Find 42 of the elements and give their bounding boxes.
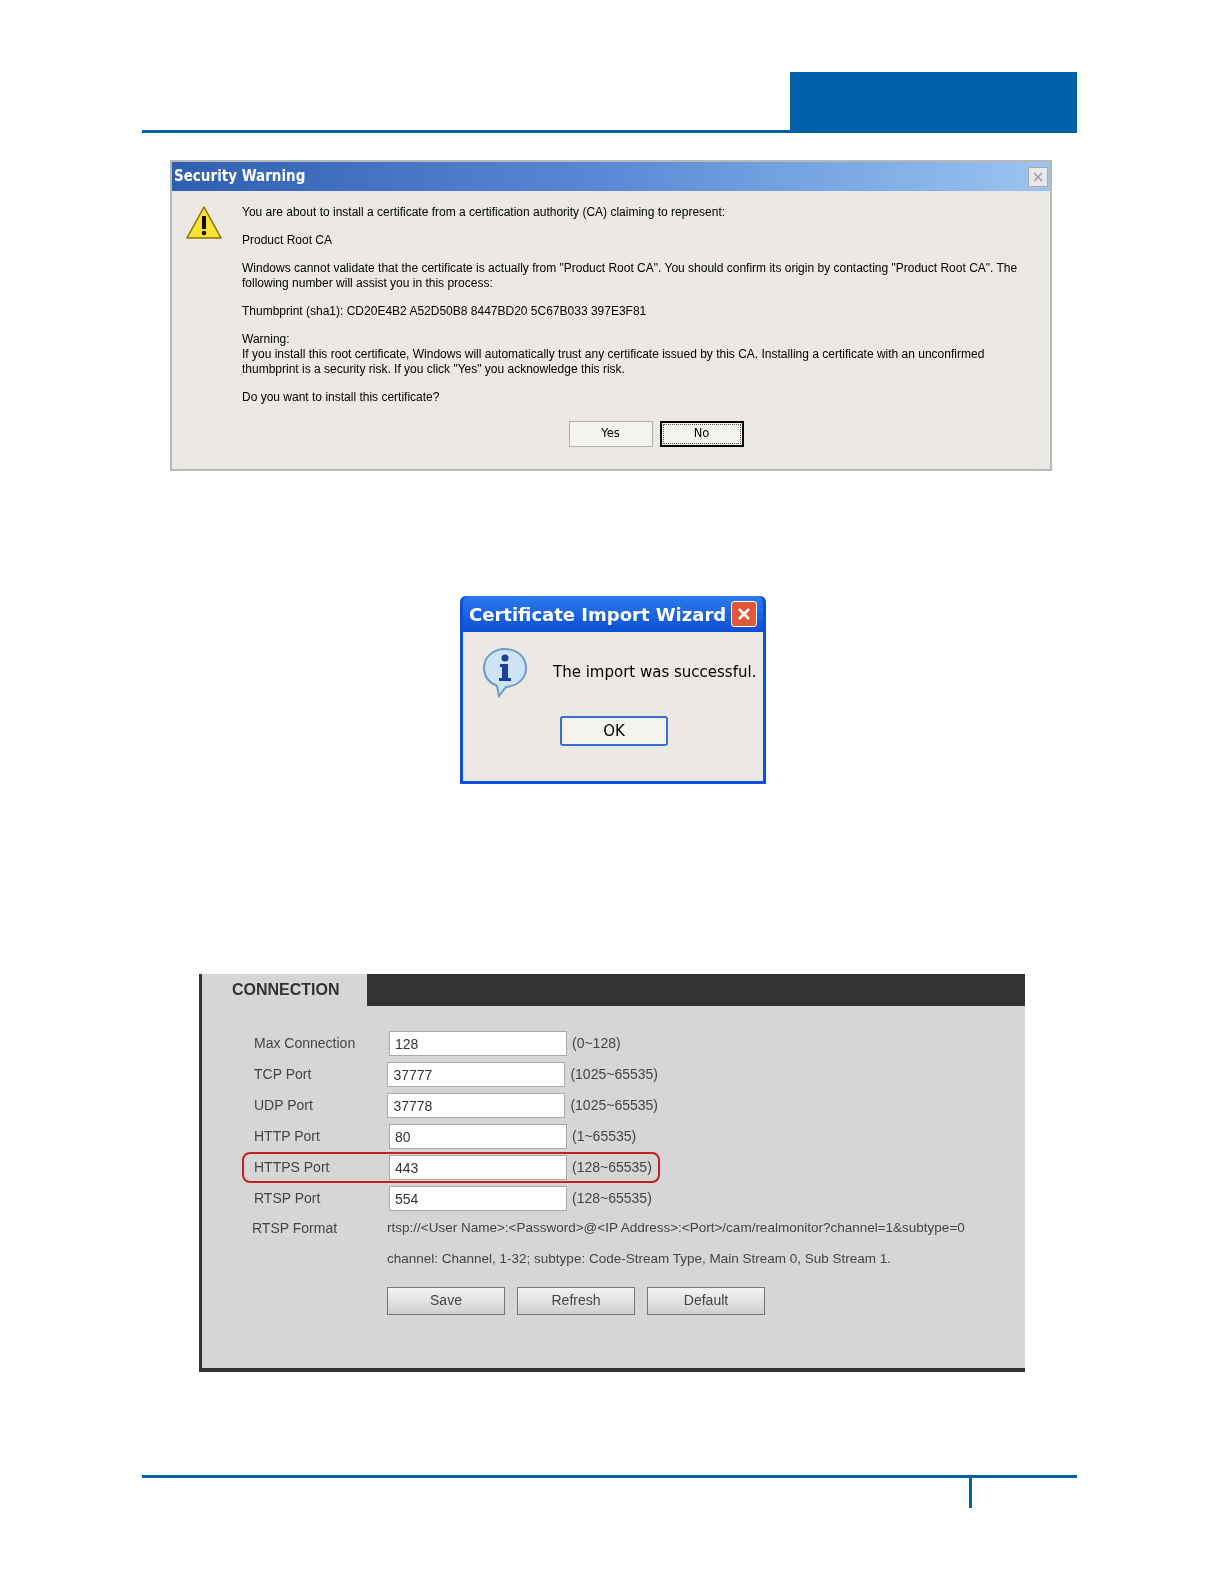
- field-label: RTSP Port: [254, 1189, 322, 1208]
- dialog-button[interactable]: No: [659, 421, 744, 447]
- rtsp-note-text: channel: Channel, 1-32; subtype: Code-Stream Type, Main Stream 0, Sub Stream 1.: [387, 1250, 893, 1269]
- field-label: TCP Port: [254, 1065, 313, 1084]
- dialog-text: You are about to install a certificate from a certification authority (CA) claiming to represent:: [242, 205, 727, 220]
- field-label: UDP Port: [254, 1096, 314, 1115]
- ok-button[interactable]: OK: [560, 716, 668, 746]
- dialog-text: Warning: If you install this root certificate, Windows will automatically trust any certificate issued by this CA. Installing a certificate with an unconfirmed thumbprint is a security risk. If you click "Yes" you acknowledge this risk.: [242, 332, 986, 377]
- value-field[interactable]: 554: [389, 1186, 567, 1211]
- window-title: Security Warning: [174, 166, 306, 188]
- info-icon: [481, 646, 529, 698]
- action-button[interactable]: Refresh: [517, 1286, 635, 1315]
- value-field[interactable]: 37778: [387, 1093, 566, 1118]
- dialog-text: Windows cannot validate that the certificate is actually from "Product Root CA". You should confirm its origin by contacting "Product Root CA". The following number will assist you in this process:: [242, 261, 1019, 291]
- action-button[interactable]: Save: [387, 1286, 505, 1315]
- value-field[interactable]: 443: [389, 1155, 567, 1180]
- range-text: (128~65535): [572, 1189, 652, 1208]
- range-text: (128~65535): [572, 1158, 652, 1177]
- message-text: The import was successful.: [553, 661, 757, 683]
- close-icon: [1033, 171, 1043, 182]
- dialog-text: Do you want to install this certificate?: [242, 390, 441, 405]
- dialog-text: Product Root CA: [242, 233, 334, 248]
- field-label: Max Connection: [254, 1034, 357, 1053]
- field-label: HTTPS Port: [254, 1158, 331, 1177]
- window-title: Certificate Import Wizard: [469, 602, 727, 627]
- connection-tab[interactable]: CONNECTION: [202, 974, 367, 1006]
- close-button[interactable]: [1028, 166, 1048, 187]
- field-label: RTSP Format: [252, 1219, 339, 1238]
- action-button[interactable]: Default: [647, 1286, 765, 1315]
- range-text: (1025~65535): [570, 1065, 658, 1084]
- value-field[interactable]: 37777: [387, 1062, 566, 1087]
- range-text: (0~128): [572, 1034, 621, 1053]
- dialog-text: Thumbprint (sha1): CD20E4B2 A52D50B8 8447BD20 5C67B033 397E3F81: [242, 304, 648, 319]
- field-label: HTTP Port: [254, 1127, 321, 1146]
- range-text: (1~65535): [572, 1127, 637, 1146]
- dialog-button[interactable]: Yes: [568, 421, 653, 447]
- close-icon: [737, 607, 751, 621]
- rtsp-format-text: rtsp://<User Name>:<Password>@<IP Address>:<Port>/cam/realmonitor?channel=1&subtype=0: [387, 1219, 965, 1237]
- warning-icon: [185, 205, 223, 241]
- value-field[interactable]: 80: [389, 1124, 567, 1149]
- range-text: (1025~65535): [570, 1096, 658, 1115]
- value-field[interactable]: 128: [389, 1031, 567, 1056]
